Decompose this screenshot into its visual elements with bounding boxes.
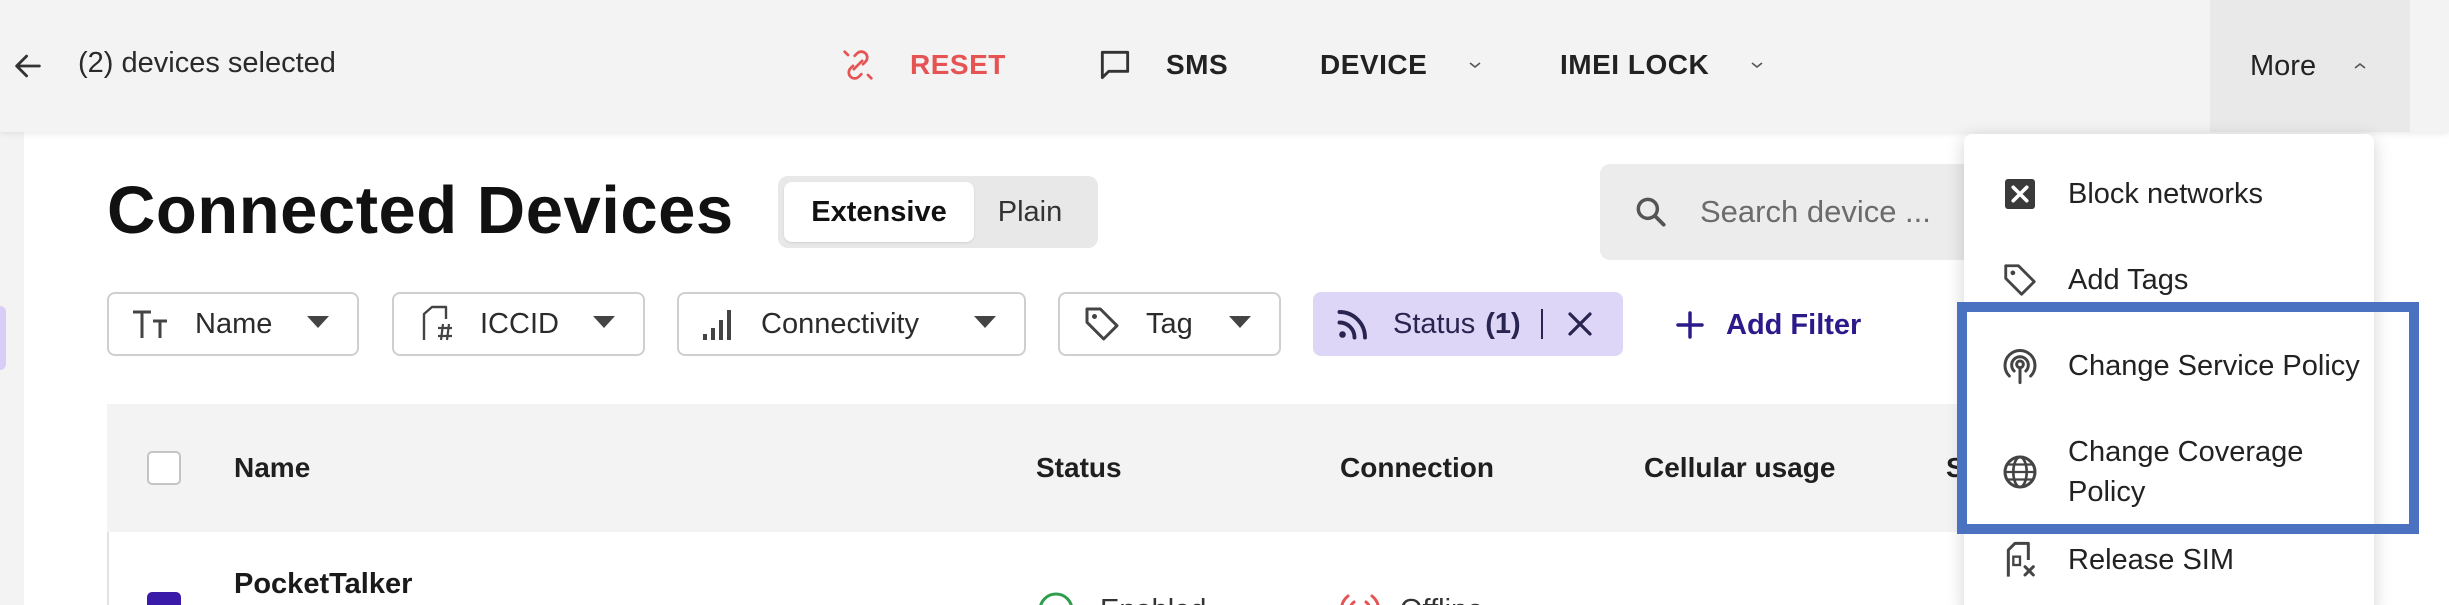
caret-down-icon xyxy=(974,316,996,328)
search-input[interactable] xyxy=(1700,194,1960,230)
filter-connectivity-label: Connectivity xyxy=(761,307,919,340)
menu-item-label: Add Tags xyxy=(2068,264,2189,296)
device-search xyxy=(1600,164,2020,260)
menu-item-change-coverage-policy[interactable]: Change Coverage Policy xyxy=(1964,422,2374,522)
row-checkbox[interactable] xyxy=(147,592,181,605)
menu-item-block-networks[interactable]: Block networks xyxy=(1964,164,2374,224)
filter-iccid-label: ICCID xyxy=(480,307,559,340)
unlink-icon xyxy=(838,45,878,85)
status-chip-divider xyxy=(1540,309,1543,339)
more-actions-menu: Block networks Add Tags Change Service P… xyxy=(1964,134,2374,605)
reset-label: RESET xyxy=(910,49,1006,80)
column-header-cellular-usage[interactable]: Cellular usage xyxy=(1644,452,1835,484)
plus-icon xyxy=(1674,309,1706,341)
globe-icon xyxy=(2000,452,2040,492)
connected-devices-page: (2) devices selected RESET SMS DEVICE IM… xyxy=(0,0,2449,605)
column-header-connection[interactable]: Connection xyxy=(1340,452,1494,484)
status-circle-icon xyxy=(1039,592,1073,605)
bulk-action-bar: (2) devices selected RESET SMS DEVICE IM… xyxy=(0,0,2449,132)
arrow-left-icon xyxy=(15,54,41,78)
more-menu-button[interactable]: More xyxy=(2210,0,2410,132)
tag-icon xyxy=(2000,260,2040,300)
search-icon xyxy=(1632,193,1670,231)
chevron-down-icon xyxy=(1467,60,1483,70)
selection-count: (2) devices selected xyxy=(78,47,336,79)
menu-item-change-service-policy[interactable]: Change Service Policy xyxy=(1964,336,2374,396)
filter-status-chip[interactable]: Status (1) xyxy=(1313,292,1623,356)
message-icon xyxy=(1096,46,1134,84)
page-title: Connected Devices xyxy=(107,173,734,248)
device-label: DEVICE xyxy=(1320,49,1428,80)
rss-icon xyxy=(1335,306,1371,342)
add-filter-label: Add Filter xyxy=(1726,308,1862,341)
text-format-icon xyxy=(131,306,171,342)
filter-iccid[interactable]: ICCID xyxy=(392,292,645,356)
sim-release-icon xyxy=(2000,540,2040,580)
more-label: More xyxy=(2250,49,2317,82)
device-status: Enabled xyxy=(1036,590,1206,605)
x-square-icon xyxy=(2000,174,2040,214)
column-header-status[interactable]: Status xyxy=(1036,452,1122,484)
menu-item-release-sim[interactable]: Release SIM xyxy=(1964,530,2374,590)
column-header-partial[interactable]: S xyxy=(1946,452,1965,484)
add-filter-button[interactable]: Add Filter xyxy=(1674,300,1861,350)
device-menu-button[interactable]: DEVICE xyxy=(1320,40,1483,90)
filter-tag[interactable]: Tag xyxy=(1058,292,1281,356)
view-extensive-option[interactable]: Extensive xyxy=(784,182,974,242)
chevron-up-icon xyxy=(2352,61,2368,71)
menu-item-label: Change Coverage Policy xyxy=(2068,436,2304,508)
caret-down-icon xyxy=(593,316,615,328)
select-all-checkbox[interactable] xyxy=(147,451,181,485)
sms-button[interactable]: SMS xyxy=(1096,40,1228,90)
menu-item-label: Block networks xyxy=(2068,178,2264,210)
device-connection-label: Offline xyxy=(1400,594,1483,605)
caret-down-icon xyxy=(1229,316,1251,328)
broadcast-icon xyxy=(2000,346,2040,386)
menu-item-label: Change Service Policy xyxy=(2068,350,2360,382)
filter-name[interactable]: Name xyxy=(107,292,359,356)
offline-signal-icon xyxy=(1340,594,1380,605)
status-chip-count: (1) xyxy=(1485,307,1521,340)
back-button[interactable] xyxy=(6,44,50,88)
chevron-down-icon xyxy=(1749,60,1765,70)
view-plain-option[interactable]: Plain xyxy=(974,182,1086,242)
filter-name-label: Name xyxy=(195,307,273,340)
sms-label: SMS xyxy=(1166,49,1229,80)
imei-lock-label: IMEI LOCK xyxy=(1560,49,1710,80)
tag-icon xyxy=(1082,304,1122,344)
caret-down-icon xyxy=(307,316,329,328)
sim-hash-icon xyxy=(416,304,456,344)
clear-status-filter-icon[interactable] xyxy=(1565,309,1595,339)
view-toggle: Extensive Plain xyxy=(778,176,1098,248)
sidebar-active-indicator xyxy=(0,306,6,370)
table-row-border xyxy=(107,532,109,605)
reset-button[interactable]: RESET xyxy=(838,40,1006,90)
column-header-name[interactable]: Name xyxy=(234,452,310,484)
imei-lock-menu-button[interactable]: IMEI LOCK xyxy=(1560,40,1765,90)
device-status-label: Enabled xyxy=(1100,594,1206,605)
device-name[interactable]: PocketTalker xyxy=(234,568,412,601)
status-chip-label: Status xyxy=(1393,307,1476,340)
menu-item-label: Release SIM xyxy=(2068,544,2235,576)
filter-tag-label: Tag xyxy=(1146,307,1193,340)
signal-bars-icon xyxy=(701,306,737,342)
menu-item-add-tags[interactable]: Add Tags xyxy=(1964,250,2374,310)
filter-connectivity[interactable]: Connectivity xyxy=(677,292,1026,356)
device-connection: Offline xyxy=(1338,590,1483,605)
